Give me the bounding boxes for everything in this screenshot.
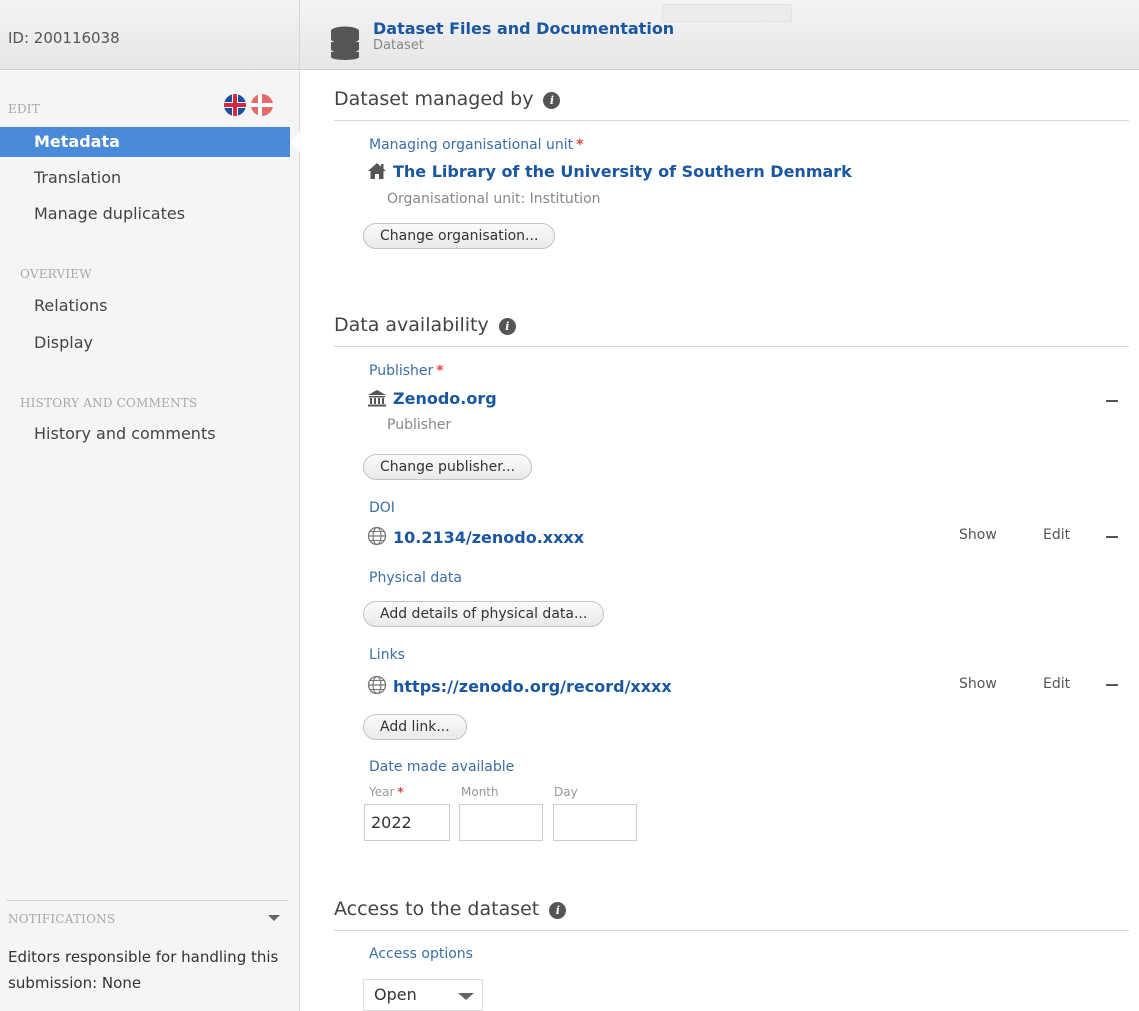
access-options-label: Access options: [369, 946, 473, 962]
database-icon: [331, 26, 359, 60]
notifications-heading[interactable]: NOTIFICATIONS: [8, 912, 115, 926]
access-selected-value: Open: [374, 985, 417, 1004]
managing-unit-link[interactable]: The Library of the University of Souther…: [367, 162, 852, 181]
record-id-panel: ID: 200116038: [0, 0, 300, 70]
managing-unit-label: Managing organisational unit *: [369, 137, 583, 153]
publisher-name[interactable]: Zenodo.org: [393, 389, 497, 408]
notifications-text: Editors responsible for handling this su…: [8, 948, 279, 992]
globe-icon: [367, 675, 387, 695]
doi-link[interactable]: 10.2134/zenodo.xxxx: [367, 526, 584, 547]
field-label-text: Publisher: [369, 363, 434, 379]
page-header: ID: 200116038 Dataset Files and Document…: [0, 0, 1139, 70]
remove-doi-button[interactable]: [1106, 536, 1118, 538]
publisher-label: Publisher *: [369, 363, 444, 379]
managing-unit-name[interactable]: The Library of the University of Souther…: [393, 162, 852, 181]
section-title: Access to the dataset: [334, 898, 540, 920]
section-access: Access to the dataset i: [334, 898, 1129, 931]
sidebar-heading-overview: OVERVIEW: [20, 267, 92, 281]
record-id: ID: 200116038: [8, 29, 120, 47]
link-show-link[interactable]: Show: [959, 676, 997, 692]
sidebar-item-metadata[interactable]: Metadata: [0, 127, 300, 157]
add-link-button[interactable]: Add link...: [363, 714, 467, 740]
institution-icon: [368, 390, 386, 407]
doi-edit-link[interactable]: Edit: [1043, 527, 1070, 543]
remove-link-button[interactable]: [1106, 684, 1118, 686]
publisher-link[interactable]: Zenodo.org: [367, 389, 497, 408]
month-input[interactable]: [459, 804, 543, 841]
link-value[interactable]: https://zenodo.org/record/xxxx: [393, 677, 672, 696]
doi-show-link[interactable]: Show: [959, 527, 997, 543]
required-icon: *: [397, 785, 404, 799]
section-data-availability: Data availability i: [334, 314, 1129, 347]
sidebar-item-history-and-comments[interactable]: History and comments: [0, 419, 288, 449]
sidebar-heading-history: HISTORY AND COMMENTS: [20, 396, 198, 410]
sidebar-item-display[interactable]: Display: [0, 328, 288, 358]
year-label: Year *: [369, 785, 404, 799]
info-icon[interactable]: i: [543, 92, 561, 109]
required-icon: *: [436, 363, 444, 379]
language-switcher: [224, 94, 273, 116]
date-made-available-label: Date made available: [369, 759, 515, 775]
info-icon[interactable]: i: [549, 902, 567, 919]
notifications-divider: [6, 900, 288, 901]
chevron-down-icon: [458, 993, 474, 1000]
denmark-flag-icon[interactable]: [251, 94, 273, 116]
access-options-select[interactable]: Open: [363, 979, 483, 1011]
day-label: Day: [554, 785, 578, 799]
managing-unit-type: Organisational unit: Institution: [387, 191, 601, 207]
main-content: Dataset managed by i Managing organisati…: [301, 71, 1139, 1011]
sidebar-heading-edit: EDIT: [8, 102, 40, 116]
year-input[interactable]: [364, 804, 450, 841]
page-subtitle: Dataset: [373, 38, 424, 53]
link-url[interactable]: https://zenodo.org/record/xxxx: [367, 675, 672, 696]
home-icon: [368, 163, 386, 179]
header-placeholder: [662, 4, 792, 22]
publisher-type: Publisher: [387, 417, 452, 433]
uk-flag-icon[interactable]: [224, 94, 246, 116]
links-label: Links: [369, 647, 405, 663]
page-title: Dataset Files and Documentation: [373, 19, 675, 38]
year-label-text: Year: [369, 785, 395, 799]
field-label-text: Managing organisational unit: [369, 137, 574, 153]
sidebar-item-translation[interactable]: Translation: [0, 163, 288, 193]
doi-value[interactable]: 10.2134/zenodo.xxxx: [393, 528, 584, 547]
sidebar-item-relations[interactable]: Relations: [0, 291, 288, 321]
sidebar: EDIT Metadata Translation Manage duplica…: [0, 71, 300, 1011]
add-physical-data-button[interactable]: Add details of physical data...: [363, 601, 605, 627]
section-title: Data availability: [334, 314, 489, 336]
section-title: Dataset managed by: [334, 88, 534, 110]
month-label: Month: [461, 785, 499, 799]
info-icon[interactable]: i: [498, 318, 516, 335]
physical-data-label: Physical data: [369, 570, 462, 586]
change-publisher-button[interactable]: Change publisher...: [363, 454, 533, 480]
change-organisation-button[interactable]: Change organisation...: [363, 223, 556, 249]
chevron-down-icon[interactable]: [268, 915, 280, 921]
sidebar-item-manage-duplicates[interactable]: Manage duplicates: [0, 199, 288, 229]
required-icon: *: [576, 137, 584, 153]
remove-publisher-button[interactable]: [1106, 400, 1118, 402]
day-input[interactable]: [553, 804, 637, 841]
globe-icon: [367, 526, 387, 546]
doi-label: DOI: [369, 500, 395, 516]
section-managed-by: Dataset managed by i: [334, 88, 1129, 121]
link-edit-link[interactable]: Edit: [1043, 676, 1070, 692]
